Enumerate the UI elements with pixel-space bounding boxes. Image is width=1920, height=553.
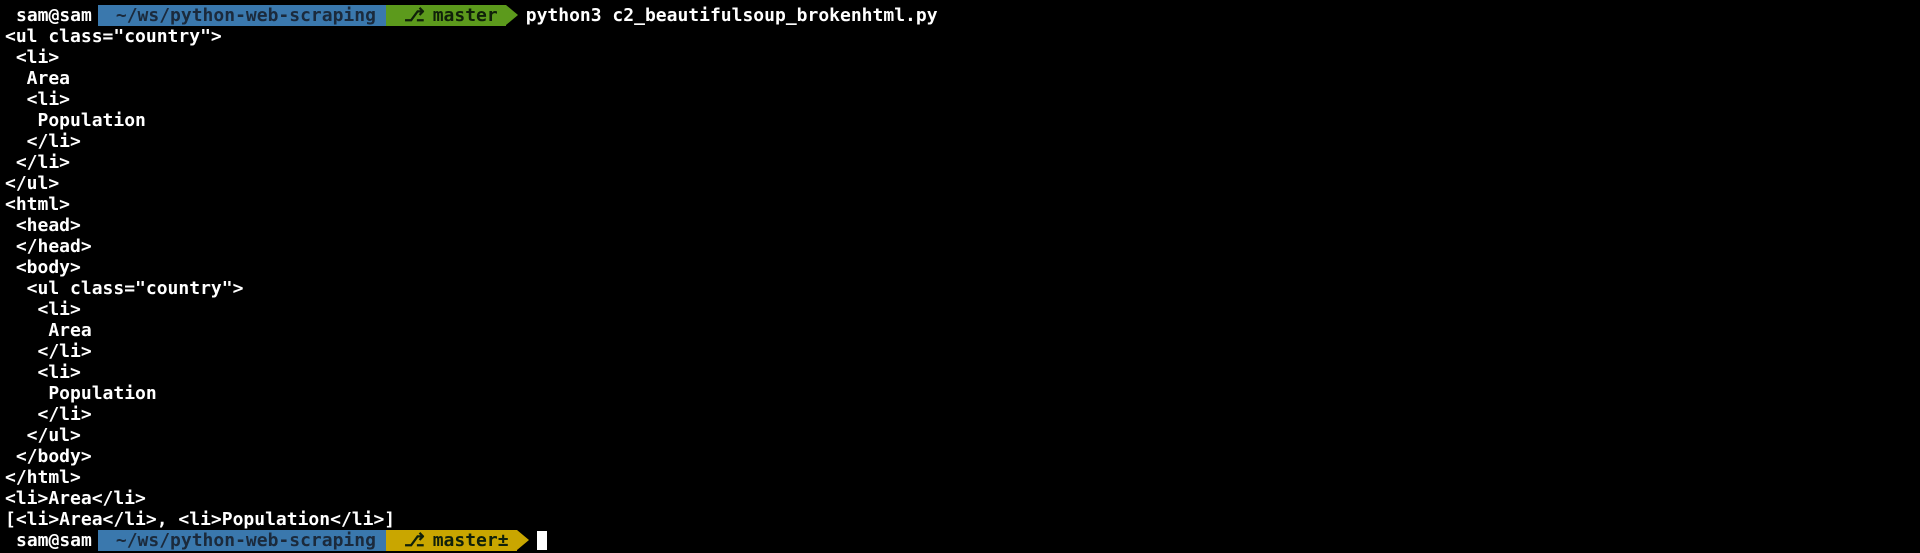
output-line: <ul class="country"> xyxy=(5,26,222,47)
output-line: <li> xyxy=(5,362,81,383)
command-output: <ul class="country"> <li> Area <li> Popu… xyxy=(5,26,1920,530)
text-cursor[interactable] xyxy=(536,531,547,550)
prompt-user: sam@sam xyxy=(5,5,98,26)
output-line: <li> xyxy=(5,299,81,320)
output-line: </li> xyxy=(5,404,92,425)
prompt-user: sam@sam xyxy=(5,530,98,551)
prompt-line-2: sam@sam ~/ws/python-web-scraping ⎇ master… xyxy=(5,530,1920,551)
prompt-path: ~/ws/python-web-scraping xyxy=(97,5,386,26)
output-line: <body> xyxy=(5,257,81,278)
output-line: <html> xyxy=(5,194,71,215)
output-line: </li> xyxy=(5,152,71,173)
git-branch-icon: ⎇ xyxy=(403,530,425,551)
prompt-branch: master± xyxy=(432,530,509,551)
output-line: </head> xyxy=(5,236,92,257)
prompt-branch-segment: ⎇ master xyxy=(385,5,506,26)
command-text: python3 c2_beautifulsoup_brokenhtml.py xyxy=(525,5,938,26)
output-line: </body> xyxy=(5,446,92,467)
output-line: </li> xyxy=(5,341,92,362)
output-line: Population xyxy=(5,383,157,404)
output-line: </ul> xyxy=(5,425,81,446)
output-line: <ul class="country"> xyxy=(5,278,244,299)
output-line: <li> xyxy=(5,89,71,110)
output-line: </ul> xyxy=(5,173,60,194)
prompt-branch-segment: ⎇ master± xyxy=(385,530,517,551)
output-line: [<li>Area</li>, <li>Population</li>] xyxy=(5,509,396,530)
prompt-line-1: sam@sam ~/ws/python-web-scraping ⎇ master… xyxy=(5,5,1920,26)
output-line: <head> xyxy=(5,215,81,236)
terminal-window[interactable]: sam@sam ~/ws/python-web-scraping ⎇ master… xyxy=(0,0,1920,553)
prompt-branch: master xyxy=(432,5,498,26)
output-line: </html> xyxy=(5,467,81,488)
output-line: </li> xyxy=(5,131,81,152)
output-line: <li>Area</li> xyxy=(5,488,146,509)
output-line: Area xyxy=(5,320,92,341)
output-line: Area xyxy=(5,68,71,89)
output-line: Population xyxy=(5,110,146,131)
git-branch-icon: ⎇ xyxy=(403,5,425,26)
prompt-path: ~/ws/python-web-scraping xyxy=(97,530,386,551)
output-line: <li> xyxy=(5,47,60,68)
